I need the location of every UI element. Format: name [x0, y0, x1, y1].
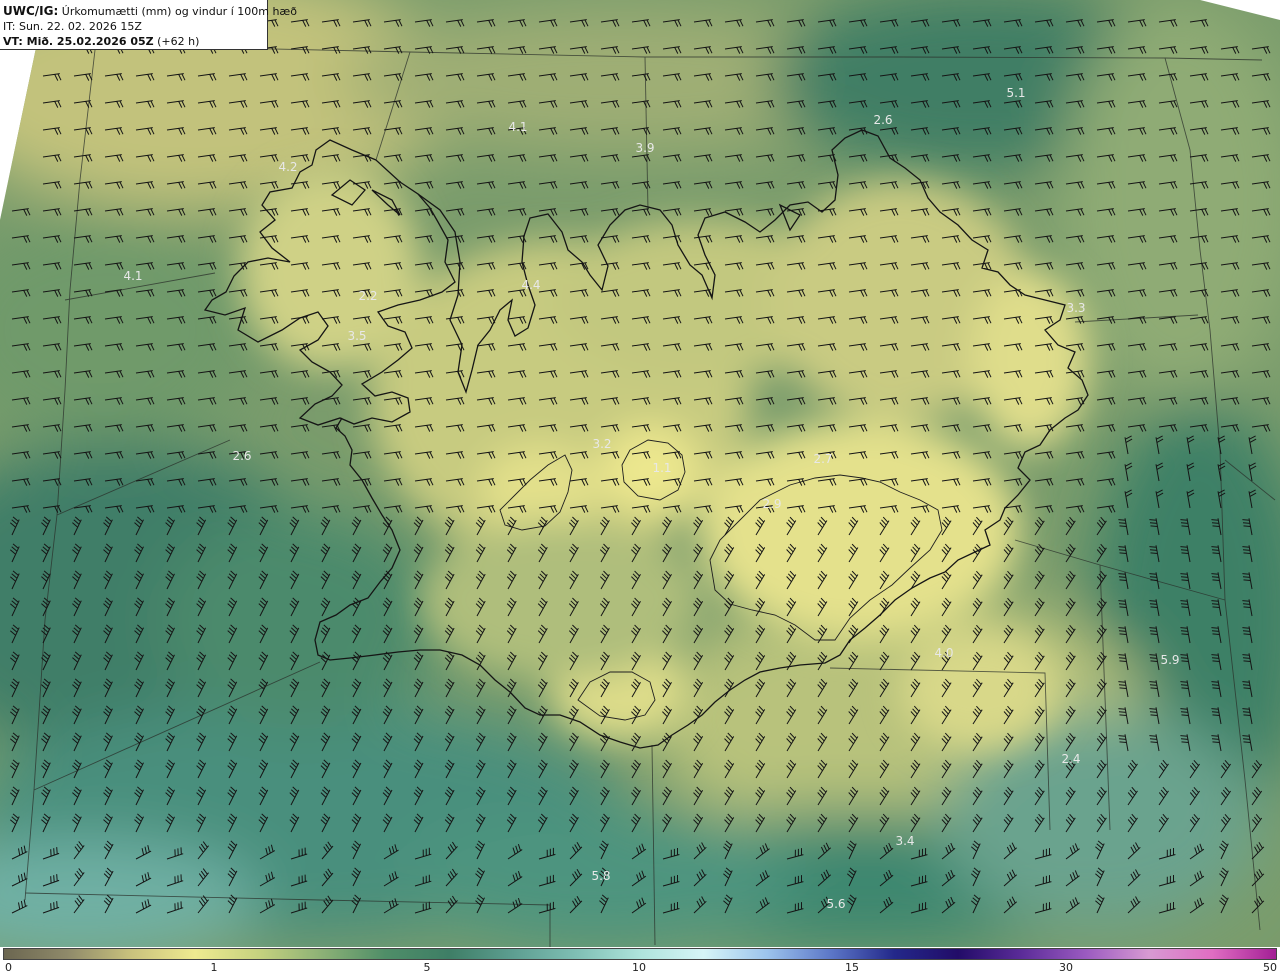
colorbar-tick: 10 [632, 961, 646, 974]
colorbar-tick: 5 [423, 961, 431, 974]
value-label: 2.9 [762, 497, 781, 511]
value-label: 3.4 [895, 834, 914, 848]
value-label: 1.1 [652, 461, 671, 475]
forecast-map: 4.1 3.9 2.6 5.1 4.2 4.1 4.4 2.2 3.5 3.3 … [0, 0, 1280, 947]
value-label: 5.9 [1160, 653, 1179, 667]
issue-time: IT: Sun. 22. 02. 2026 15Z [3, 20, 142, 33]
value-label: 5.8 [591, 869, 610, 883]
value-label: 4.1 [123, 269, 142, 283]
value-label: 4.4 [521, 278, 540, 292]
value-label: 3.3 [1066, 301, 1085, 315]
value-label: 2.7 [813, 452, 832, 466]
colorbar-legend: 0 1 5 10 15 30 50 [0, 947, 1280, 978]
value-label: 3.5 [347, 329, 366, 343]
colorbar-tick: 1 [210, 961, 218, 974]
value-label: 2.2 [358, 289, 377, 303]
map-header: UWC/IG: Úrkomumætti (mm) og vindur í 100… [0, 0, 297, 50]
value-label: 2.4 [1061, 752, 1080, 766]
colorbar-tick: 0 [5, 961, 12, 974]
valid-time-line: VT: Mið. 25.02.2026 05Z (+62 h) [3, 34, 263, 49]
colorbar [3, 948, 1277, 960]
value-label: 4.0 [934, 646, 953, 660]
forecast-offset: (+62 h) [157, 35, 200, 48]
value-label: 5.1 [1006, 86, 1025, 100]
colorbar-tick: 15 [845, 961, 859, 974]
value-label: 2.6 [873, 113, 892, 127]
value-label: 4.2 [278, 160, 297, 174]
map-title: Úrkomumætti (mm) og vindur í 100m hæð [61, 5, 297, 18]
value-label: 3.2 [592, 437, 611, 451]
value-label: 5.6 [826, 897, 845, 911]
value-label: 3.9 [635, 141, 654, 155]
model-name: UWC/IG: [3, 4, 59, 18]
colorbar-tick: 30 [1059, 961, 1073, 974]
value-label: 2.6 [232, 449, 251, 463]
title-line: UWC/IG: Úrkomumætti (mm) og vindur í 100… [3, 4, 297, 19]
valid-time: VT: Mið. 25.02.2026 05Z [3, 35, 154, 48]
value-label: 4.1 [508, 120, 527, 134]
colorbar-tick: 50 [1263, 961, 1277, 974]
